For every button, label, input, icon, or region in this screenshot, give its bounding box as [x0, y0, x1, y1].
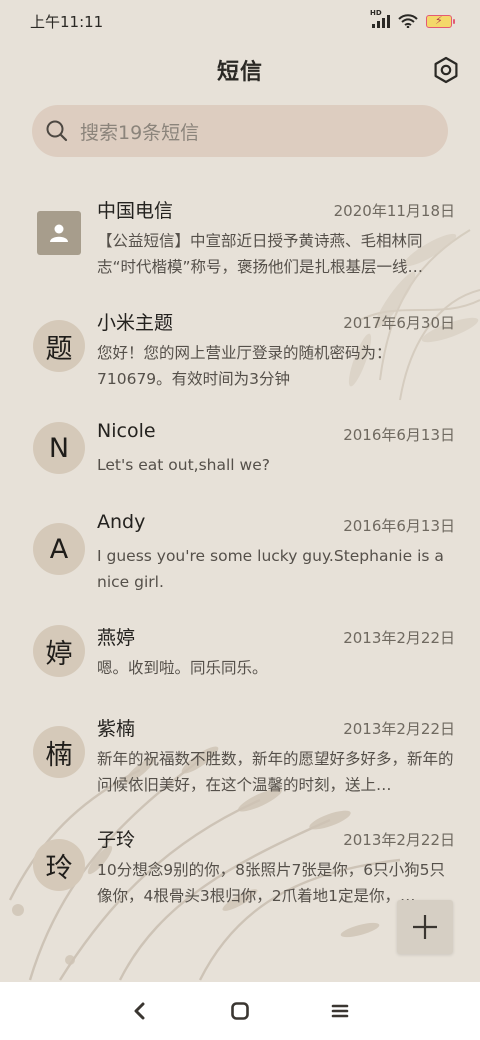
- recents-button[interactable]: [325, 996, 355, 1026]
- list-item[interactable]: 题 小米主题 2017年6月30日 您好！您的网上营业厅登录的随机密码为：710…: [0, 308, 480, 408]
- sender-name: Nicole: [97, 420, 156, 442]
- sender-name: 子玲: [97, 829, 136, 851]
- avatar-letter: 题: [45, 333, 73, 365]
- battery-charging-label: ⚡: [435, 13, 443, 27]
- avatar-letter: A: [49, 533, 69, 565]
- plus-icon: [413, 915, 437, 939]
- search-bar[interactable]: 搜索19条短信: [32, 105, 448, 157]
- message-preview: 新年的祝福数不胜数，新年的愿望好多好多，新年的问候依旧美好，在这个温馨的时刻，送…: [97, 750, 454, 794]
- back-button[interactable]: [125, 996, 155, 1026]
- status-bar: 上午11:11 HD ⚡: [0, 0, 480, 42]
- status-time: 上午11:11: [30, 12, 104, 31]
- list-item[interactable]: N Nicole 2016年6月13日 Let's eat out,shall …: [0, 420, 480, 520]
- avatar: 玲: [33, 839, 85, 891]
- message-date: 2016年6月13日: [343, 517, 455, 535]
- back-icon: [134, 1002, 145, 1020]
- message-date: 2020年11月18日: [333, 202, 455, 220]
- avatar-letter: N: [48, 432, 70, 464]
- settings-icon[interactable]: [432, 56, 460, 84]
- message-preview: 【公益短信】中宣部近日授予黄诗燕、毛相林同志“时代楷模”称号，褒扬他们是扎根基层…: [97, 232, 424, 276]
- message-date: 2017年6月30日: [343, 314, 455, 332]
- home-button[interactable]: [225, 996, 255, 1026]
- search-placeholder: 搜索19条短信: [80, 121, 200, 144]
- message-date: 2013年2月22日: [343, 629, 455, 647]
- list-item[interactable]: 中国电信 2020年11月18日 【公益短信】中宣部近日授予黄诗燕、毛相林同志“…: [0, 196, 480, 296]
- contact-icon: [50, 224, 68, 242]
- avatar: A: [33, 523, 85, 575]
- navigation-bar: [0, 982, 480, 1040]
- message-preview: 您好！您的网上营业厅登录的随机密码为：710679。有效时间为3分钟: [97, 344, 392, 388]
- list-item[interactable]: A Andy 2016年6月13日 I guess you're some lu…: [0, 511, 480, 611]
- signal-icon: HD: [370, 9, 390, 28]
- avatar-letter: 楠: [45, 739, 73, 771]
- list-item[interactable]: 婷 燕婷 2013年2月22日 嗯。收到啦。同乐同乐。: [0, 623, 480, 723]
- home-icon: [231, 1002, 249, 1020]
- message-preview: Let's eat out,shall we?: [97, 456, 270, 474]
- avatar-letter: 玲: [45, 852, 73, 884]
- search-icon: [46, 120, 68, 142]
- menu-icon: [331, 1004, 349, 1018]
- list-item[interactable]: 楠 紫楠 2013年2月22日 新年的祝福数不胜数，新年的愿望好多好多，新年的问…: [0, 714, 480, 814]
- page-title: 短信: [216, 60, 263, 85]
- message-preview: I guess you're some lucky guy.Stephanie …: [97, 547, 444, 591]
- app-header: 短信: [0, 46, 480, 94]
- sender-name: Andy: [97, 511, 146, 533]
- sender-name: 燕婷: [97, 627, 136, 649]
- sender-name: 紫楠: [97, 718, 136, 740]
- message-preview: 嗯。收到啦。同乐同乐。: [97, 659, 268, 677]
- avatar: 楠: [33, 726, 85, 778]
- hd-label: HD: [370, 8, 382, 17]
- new-message-button[interactable]: [397, 900, 453, 954]
- message-date: 2016年6月13日: [343, 426, 455, 444]
- message-date: 2013年2月22日: [343, 831, 455, 849]
- avatar: 题: [33, 320, 85, 372]
- sender-name: 中国电信: [97, 200, 174, 222]
- avatar-letter: 婷: [45, 638, 73, 670]
- avatar: 婷: [33, 625, 85, 677]
- avatar: N: [33, 422, 85, 474]
- message-date: 2013年2月22日: [343, 720, 455, 738]
- wifi-icon: [398, 14, 418, 28]
- status-icons: HD ⚡: [370, 9, 455, 28]
- avatar: [37, 211, 81, 255]
- sender-name: 小米主题: [97, 312, 174, 334]
- battery-icon: ⚡: [426, 13, 455, 28]
